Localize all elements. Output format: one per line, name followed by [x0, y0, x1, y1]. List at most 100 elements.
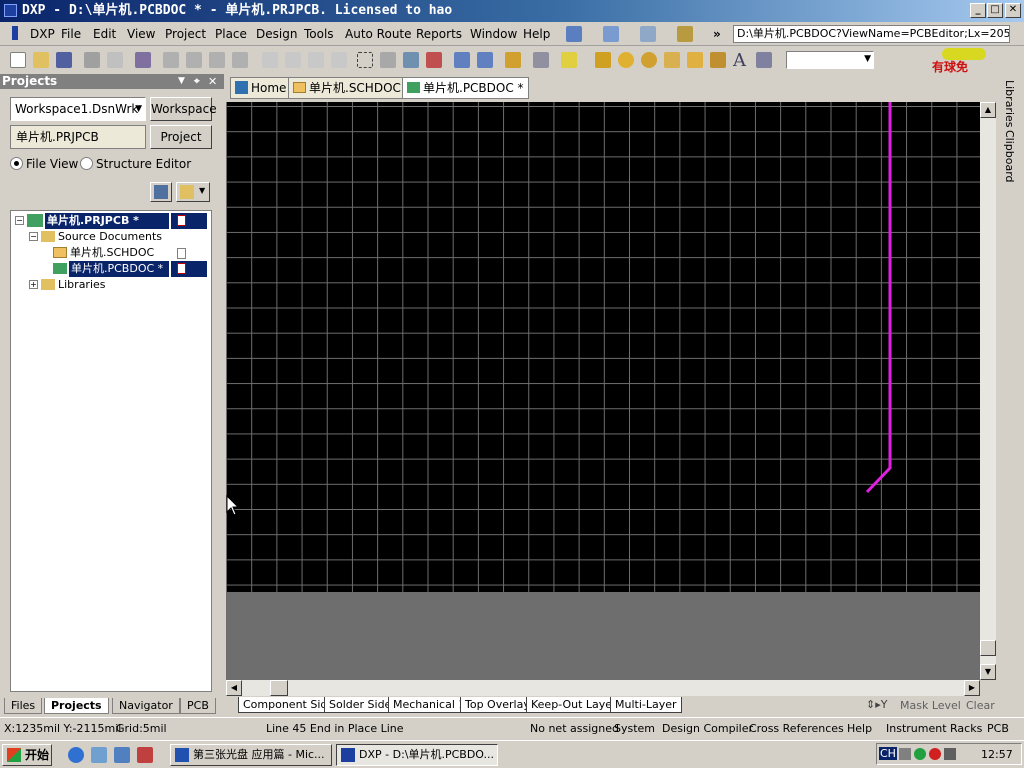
- copy-icon[interactable]: [285, 52, 301, 68]
- network-icon[interactable]: [914, 748, 926, 760]
- layer-tab-multi-layer[interactable]: Multi-Layer: [610, 697, 682, 713]
- vertical-scroll-thumb[interactable]: [980, 640, 996, 656]
- rubber-stamp-icon[interactable]: [331, 52, 347, 68]
- panel-menu-icon[interactable]: ▼: [178, 74, 185, 89]
- tree-item-schdoc[interactable]: 单片机.SCHDOC: [70, 245, 154, 261]
- new-icon[interactable]: [10, 52, 26, 68]
- save-icon[interactable]: [56, 52, 72, 68]
- antivirus-icon[interactable]: [929, 748, 941, 760]
- string-icon[interactable]: A: [733, 50, 746, 71]
- taskbar-item-word[interactable]: 第三张光盘 应用篇 - Mic...: [170, 744, 332, 766]
- project-button[interactable]: Project: [150, 125, 212, 149]
- minimize-button[interactable]: _: [970, 3, 986, 18]
- tab-home[interactable]: Home: [230, 77, 292, 99]
- mask-filter-icon[interactable]: ⇕▸Y: [866, 698, 887, 711]
- menu-place[interactable]: Place: [215, 26, 247, 42]
- arc-icon[interactable]: [664, 52, 680, 68]
- move-icon[interactable]: [380, 52, 396, 68]
- compile-button[interactable]: [150, 182, 172, 202]
- outlook-icon[interactable]: [91, 747, 107, 763]
- layer-tab-keep-out-layer[interactable]: Keep-Out Layer: [526, 697, 622, 713]
- menu-reports[interactable]: Reports: [416, 26, 462, 42]
- project-options-button[interactable]: ▼: [176, 182, 210, 202]
- workspace-combo[interactable]: Workspace1.DsnWrk ▼: [10, 97, 146, 121]
- deselect-icon[interactable]: [426, 52, 442, 68]
- scroll-down-icon[interactable]: ▼: [980, 664, 996, 680]
- scroll-up-icon[interactable]: ▲: [980, 102, 996, 118]
- layer-tab-mechanical-1[interactable]: Mechanical 1: [388, 697, 471, 713]
- volume-icon[interactable]: [944, 748, 956, 760]
- menu-dxp[interactable]: DXP: [30, 26, 55, 42]
- browse-icon[interactable]: [533, 52, 549, 68]
- cut-icon[interactable]: [262, 52, 278, 68]
- measure-icon[interactable]: [677, 26, 693, 42]
- status-link-help[interactable]: Help: [847, 722, 872, 736]
- wiring-icon[interactable]: [566, 26, 582, 42]
- tree-item-project[interactable]: 单片机.PRJPCB *: [45, 213, 169, 229]
- tree-item-libraries[interactable]: Libraries: [58, 277, 106, 293]
- zoom-selected-icon[interactable]: [209, 52, 225, 68]
- menu-view[interactable]: View: [127, 26, 155, 42]
- workspace-button[interactable]: Workspace: [150, 97, 217, 121]
- address-field[interactable]: D:\单片机.PCBDOC?ViewName=PCBEditor;Lx=2053…: [733, 25, 1010, 43]
- scroll-right-icon[interactable]: ▶: [964, 680, 980, 696]
- quicklaunch-icon[interactable]: [137, 747, 153, 763]
- help-icon[interactable]: [561, 52, 577, 68]
- collapse-icon[interactable]: −: [29, 232, 38, 241]
- vertical-scrollbar[interactable]: ▲ ▼: [980, 102, 996, 680]
- fill-icon[interactable]: [687, 52, 703, 68]
- horizontal-scrollbar[interactable]: ◀ ▶: [226, 680, 980, 696]
- pad-icon[interactable]: [618, 52, 634, 68]
- menu-design[interactable]: Design: [256, 26, 297, 42]
- status-link-pcb[interactable]: PCB: [987, 722, 1009, 736]
- cross-probe-icon[interactable]: [505, 52, 521, 68]
- layers-icon[interactable]: [135, 52, 151, 68]
- collapse-icon[interactable]: −: [15, 216, 24, 225]
- horizontal-scroll-thumb[interactable]: [270, 680, 288, 696]
- layer-dropdown[interactable]: ▼: [786, 51, 874, 69]
- clear-button[interactable]: Clear: [966, 699, 995, 712]
- ime-indicator[interactable]: CH: [879, 747, 897, 760]
- structure-editor-radio[interactable]: [80, 157, 93, 170]
- tab-libraries[interactable]: Libraries: [1003, 80, 1016, 128]
- tab-clipboard[interactable]: Clipboard: [1003, 130, 1016, 183]
- menu-tools[interactable]: Tools: [304, 26, 334, 42]
- tab-pcbdoc[interactable]: 单片机.PCBDOC *: [402, 77, 529, 99]
- menu-file[interactable]: File: [61, 26, 81, 42]
- menu-window[interactable]: Window: [470, 26, 517, 42]
- scroll-left-icon[interactable]: ◀: [226, 680, 242, 696]
- close-button[interactable]: ✕: [1005, 3, 1021, 18]
- interactive-route-icon[interactable]: [595, 52, 611, 68]
- project-field[interactable]: 单片机.PRJPCB: [10, 125, 146, 149]
- paste-icon[interactable]: [308, 52, 324, 68]
- tree-item-source-documents[interactable]: Source Documents: [58, 229, 162, 245]
- select-tool-icon[interactable]: [403, 52, 419, 68]
- polygon-icon[interactable]: [710, 52, 726, 68]
- status-link-cross-references[interactable]: Cross References: [749, 722, 844, 736]
- keyboard-icon[interactable]: [899, 748, 911, 760]
- layer-tab-solder-side[interactable]: Solder Side: [324, 697, 397, 713]
- track[interactable]: [865, 102, 892, 494]
- tab-schdoc[interactable]: 单片机.SCHDOC: [288, 77, 406, 99]
- menu-overflow-icon[interactable]: »: [713, 26, 721, 42]
- component-icon[interactable]: [756, 52, 772, 68]
- layer-tab-top-overlay[interactable]: Top Overlay: [460, 697, 535, 713]
- tab-files[interactable]: Files: [4, 698, 43, 714]
- search-icon[interactable]: [640, 26, 656, 42]
- print-icon[interactable]: [84, 52, 100, 68]
- status-link-instrument-racks[interactable]: Instrument Racks: [886, 722, 982, 736]
- select-area-icon[interactable]: [357, 52, 373, 68]
- menu-edit[interactable]: Edit: [93, 26, 116, 42]
- zoom-fit-icon[interactable]: [163, 52, 179, 68]
- mask-level-button[interactable]: Mask Level: [900, 699, 961, 712]
- tab-projects[interactable]: Projects: [44, 698, 109, 714]
- align-icon[interactable]: [603, 26, 619, 42]
- undo-icon[interactable]: [454, 52, 470, 68]
- file-view-radio[interactable]: [10, 157, 23, 170]
- panel-close-icon[interactable]: ✕: [208, 74, 217, 89]
- desktop-icon[interactable]: [114, 747, 130, 763]
- ie-icon[interactable]: [68, 747, 84, 763]
- pcb-canvas[interactable]: [226, 102, 980, 592]
- tab-navigator[interactable]: Navigator: [112, 698, 180, 714]
- zoom-area-icon[interactable]: [186, 52, 202, 68]
